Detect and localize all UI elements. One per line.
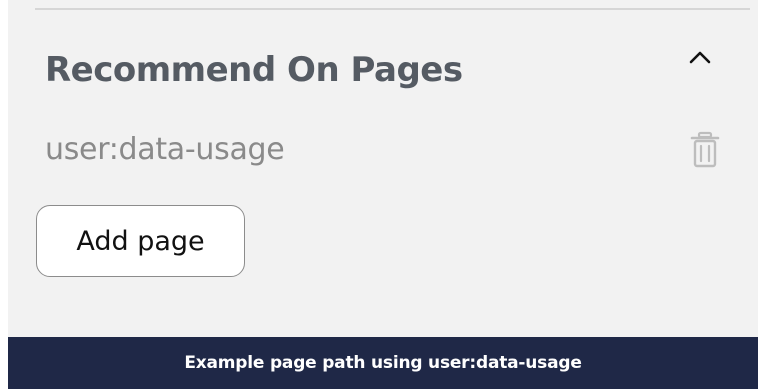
- section-title: Recommend On Pages: [45, 50, 463, 90]
- collapse-button[interactable]: [683, 42, 717, 72]
- top-divider: [35, 8, 750, 10]
- footer-text: Example page path using user:data-usage: [184, 353, 582, 373]
- trash-icon: [690, 131, 720, 168]
- chevron-up-icon: [689, 51, 711, 64]
- delete-page-button[interactable]: [688, 130, 722, 170]
- page-list-item: user:data-usage: [45, 128, 725, 172]
- add-page-button[interactable]: Add page: [36, 205, 245, 277]
- page-path-text: user:data-usage: [45, 132, 285, 167]
- footer-bar: Example page path using user:data-usage: [8, 337, 758, 389]
